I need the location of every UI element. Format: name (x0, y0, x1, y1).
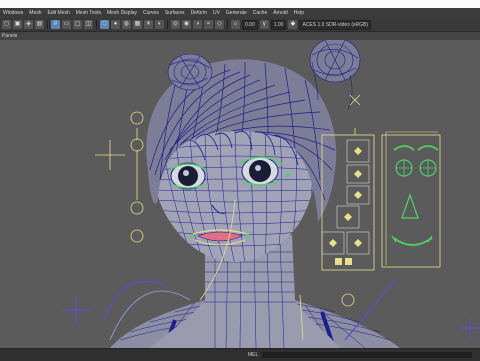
menu-edit-mesh[interactable]: Edit Mesh (45, 8, 73, 18)
film-gate-icon[interactable]: ▭ (62, 20, 71, 29)
isolate-select-icon[interactable]: ◉ (182, 20, 191, 29)
xray-icon[interactable]: ◎ (171, 20, 180, 29)
gamma-icon[interactable]: γ (259, 20, 269, 29)
script-language-label[interactable]: MEL (248, 349, 258, 361)
3d-viewport[interactable] (0, 40, 480, 348)
exposure-icon[interactable]: ☼ (231, 20, 240, 29)
motion-blur-icon[interactable]: ≈ (204, 20, 213, 29)
menu-cache[interactable]: Cache (250, 8, 270, 18)
resolution-gate-icon[interactable]: ▢ (73, 20, 82, 29)
toolbar-divider (167, 20, 168, 29)
anti-aliasing-icon[interactable]: ◇ (215, 20, 224, 29)
menu-mesh-tools[interactable]: Mesh Tools (73, 8, 104, 18)
color-management-icon[interactable]: ◆ (288, 20, 298, 29)
window-top-strip (0, 0, 480, 8)
viewport-toolbar: ◻ ▣ ◈ ▤ # ▭ ▢ ◫ ⬡ ● ◍ ▦ ☀ ◐ ◎ ◉ ◑ ≈ ◇ ☼ … (0, 18, 480, 32)
ambient-occlusion-icon[interactable]: ◑ (193, 20, 202, 29)
menu-generate[interactable]: Generate (223, 8, 250, 18)
gate-mask-icon[interactable]: ◫ (84, 20, 93, 29)
lock-camera-icon[interactable]: ▣ (13, 20, 22, 29)
panels-menu[interactable]: Panels (2, 33, 17, 39)
command-line-input[interactable] (262, 352, 472, 358)
toolbar-divider (47, 20, 48, 29)
menu-mesh[interactable]: Mesh (26, 8, 44, 18)
menu-surfaces[interactable]: Surfaces (162, 8, 188, 18)
command-line-bar: MEL (0, 348, 480, 361)
menu-uv[interactable]: UV (210, 8, 223, 18)
gamma-field[interactable]: 1.00 (270, 19, 287, 30)
menu-deform[interactable]: Deform (188, 8, 210, 18)
menu-help[interactable]: Help (291, 8, 307, 18)
viewport-scene (0, 40, 480, 348)
toolbar-divider (96, 20, 97, 29)
left-hair-bun (167, 53, 213, 91)
left-eye (169, 162, 207, 190)
grid-icon[interactable]: # (51, 20, 60, 29)
menu-curves[interactable]: Curves (140, 8, 162, 18)
view-transform-select[interactable]: ACES 1.0 SDR-video (sRGB) (299, 19, 372, 30)
wireframe-on-shaded-icon[interactable]: ◍ (122, 20, 131, 29)
textured-icon[interactable]: ▦ (133, 20, 142, 29)
smooth-shade-icon[interactable]: ● (111, 20, 120, 29)
menu-mesh-display[interactable]: Mesh Display (104, 8, 140, 18)
shadows-icon[interactable]: ◐ (155, 20, 164, 29)
menu-arnold[interactable]: Arnold (270, 8, 290, 18)
bookmark-icon[interactable]: ◈ (24, 20, 33, 29)
main-menu-bar: Windows Mesh Edit Mesh Mesh Tools Mesh D… (0, 8, 480, 18)
select-camera-icon[interactable]: ◻ (2, 20, 11, 29)
exposure-field[interactable]: 0.00 (242, 19, 258, 30)
image-plane-icon[interactable]: ▤ (35, 20, 44, 29)
toolbar-divider (227, 20, 228, 29)
wireframe-icon[interactable]: ⬡ (100, 20, 109, 29)
use-all-lights-icon[interactable]: ☀ (144, 20, 153, 29)
panel-menu-bar: Panels (0, 33, 480, 40)
menu-windows[interactable]: Windows (0, 8, 26, 18)
